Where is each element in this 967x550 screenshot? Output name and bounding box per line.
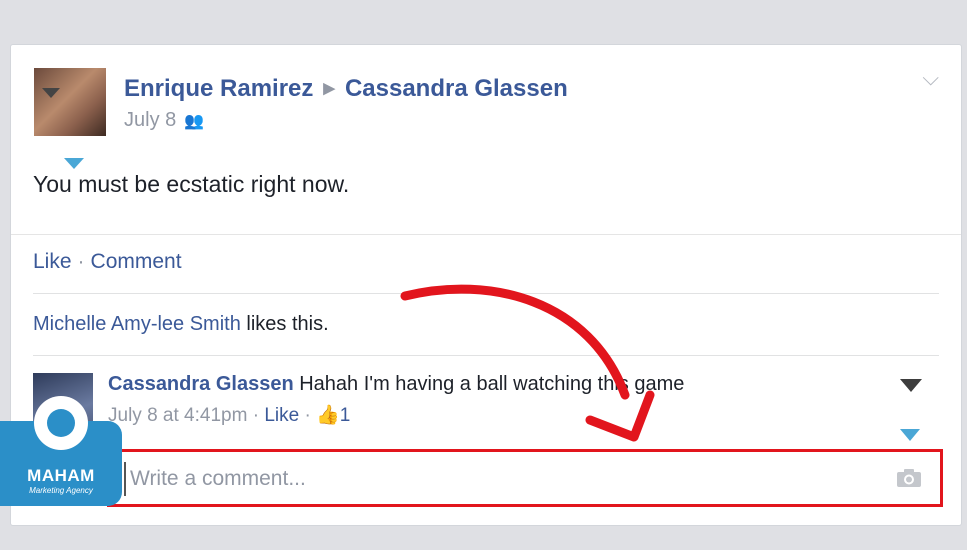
post-date[interactable]: July 8	[124, 109, 176, 131]
separator: ·	[252, 405, 260, 426]
comment-options-icon[interactable]	[900, 379, 922, 392]
comment-time[interactable]: July 8 at 4:41pm	[108, 405, 247, 426]
commenter-name-link[interactable]: Cassandra Glassen	[108, 373, 294, 395]
camera-icon[interactable]	[896, 468, 922, 488]
post-text: You must be ecstatic right now.	[33, 171, 350, 197]
comment-like-count[interactable]: 1	[340, 405, 351, 426]
logo-name: MAHAM	[27, 466, 95, 485]
triangle-marker-icon	[64, 158, 84, 169]
post-header: Enrique Ramirez ▶ Cassandra Glassen	[124, 75, 568, 103]
thumbs-up-icon[interactable]: 👍	[316, 405, 340, 426]
watermark-logo: MAHAM Marketing Agency	[0, 396, 122, 506]
comment-meta: July 8 at 4:41pm · Like · 👍1	[108, 403, 350, 427]
author-name-link[interactable]: Enrique Ramirez	[124, 75, 313, 102]
target-name-link[interactable]: Cassandra Glassen	[345, 75, 568, 102]
divider	[33, 355, 939, 356]
comment-like-link[interactable]: Like	[264, 405, 299, 426]
post-card: Enrique Ramirez ▶ Cassandra Glassen July 8…	[10, 44, 962, 526]
logo-tagline: Marketing Agency	[29, 486, 93, 495]
comment-body: Cassandra Glassen Hahah I'm having a bal…	[108, 373, 684, 396]
arrow-right-icon: ▶	[323, 80, 335, 97]
logo-mark-inner	[47, 409, 75, 437]
comment-input[interactable]	[124, 462, 872, 496]
triangle-marker-icon	[900, 429, 920, 441]
triangle-marker-icon	[42, 88, 60, 98]
comment-link[interactable]: Comment	[91, 250, 182, 273]
author-avatar[interactable]	[34, 68, 106, 169]
friends-audience-icon[interactable]: 👥	[184, 111, 204, 131]
divider	[33, 293, 939, 294]
separator: ·	[304, 405, 311, 426]
separator: ·	[77, 250, 85, 273]
likes-summary: Michelle Amy-lee Smith likes this.	[33, 313, 329, 336]
comment-box	[107, 449, 943, 507]
likes-suffix: likes this.	[246, 313, 329, 335]
chevron-down-icon[interactable]: ⌵	[922, 65, 939, 91]
comment-text: Hahah I'm having a ball watching this ga…	[299, 373, 685, 395]
post-date-row: July 8 👥	[124, 109, 204, 132]
post-actions: Like · Comment	[33, 250, 182, 274]
divider	[11, 234, 961, 235]
liker-name-link[interactable]: Michelle Amy-lee Smith	[33, 313, 241, 335]
like-link[interactable]: Like	[33, 250, 72, 273]
